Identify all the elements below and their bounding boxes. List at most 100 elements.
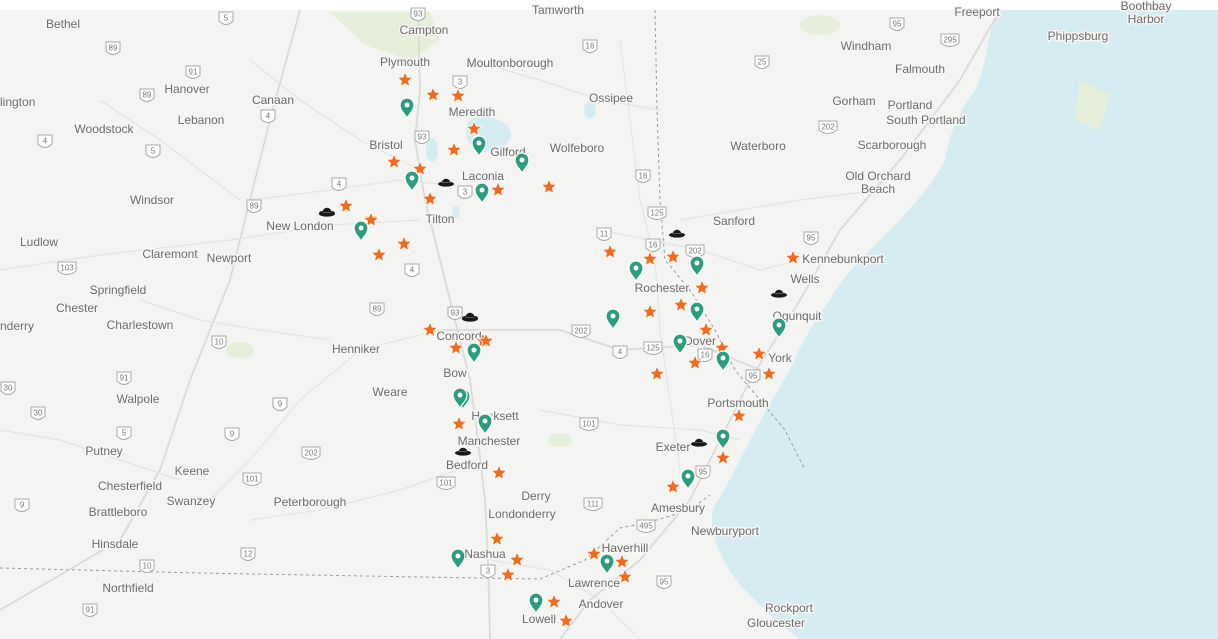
highway-shield-125: 125 <box>647 206 667 220</box>
place-label-waterboro: Waterboro <box>730 139 786 153</box>
place-label-hinsdale: Hinsdale <box>92 537 139 551</box>
highway-shield-9: 9 <box>14 498 30 512</box>
place-label-scarborough: Scarborough <box>858 138 927 152</box>
highway-shield-number: 89 <box>109 44 118 53</box>
highway-shield-number: 5 <box>224 14 229 23</box>
highway-shield-number: 3 <box>458 78 463 87</box>
highway-shield-3: 3 <box>452 75 468 89</box>
highway-shield-91: 91 <box>185 65 201 79</box>
place-label-newport: Newport <box>207 251 252 265</box>
highway-shield-95: 95 <box>803 231 819 245</box>
map-canvas[interactable]: 5 89 93 16 295 95 3 25 91 4 89 93 202 4 5 16 4 3 89 125 11 16… <box>0 0 1218 639</box>
highway-shield-number: 95 <box>807 234 816 243</box>
highway-shield-number: 25 <box>758 58 767 67</box>
place-label-woodstock: Woodstock <box>74 122 134 136</box>
highway-shield-number: 89 <box>373 305 382 314</box>
highway-shield-number: 101 <box>245 475 259 484</box>
highway-shield-101: 101 <box>579 417 599 431</box>
highway-shield-number: 4 <box>266 112 271 121</box>
highway-shield-number: 4 <box>337 180 342 189</box>
highway-shield-number: 4 <box>43 137 48 146</box>
place-label-amesbury: Amesbury <box>651 501 705 515</box>
place-label-windham: Windham <box>841 39 892 53</box>
highway-shield-101: 101 <box>242 472 262 486</box>
highway-shield-number: 103 <box>60 264 74 273</box>
highway-shield-number: 89 <box>250 202 259 211</box>
highway-shield-number: 125 <box>646 344 660 353</box>
place-label-concord: Concord <box>436 329 481 343</box>
highway-shield-number: 93 <box>451 309 460 318</box>
highway-shield-number: 495 <box>639 522 653 531</box>
highway-shield-89: 89 <box>369 302 385 316</box>
place-label-plymouth: Plymouth <box>380 55 430 69</box>
place-label-bedford: Bedford <box>446 458 488 472</box>
highway-shield-202: 202 <box>818 120 838 134</box>
place-label-campton: Campton <box>400 23 449 37</box>
highway-shield-95: 95 <box>745 369 761 383</box>
place-label-new-london: New London <box>266 219 333 233</box>
highway-shield-95: 95 <box>695 465 711 479</box>
highway-shield-number: 5 <box>122 429 127 438</box>
place-label-phippsburg: Phippsburg <box>1048 29 1109 43</box>
place-label-lawrence: Lawrence <box>568 576 620 590</box>
highway-shield-5: 5 <box>145 144 161 158</box>
highway-shield-number: 10 <box>215 338 224 347</box>
top-margin <box>0 0 1218 10</box>
highway-shield-91: 91 <box>116 371 132 385</box>
place-label-freeport: Freeport <box>954 5 1000 19</box>
place-label-manchester: Manchester <box>458 434 521 448</box>
place-label-portland: Portland <box>888 98 933 112</box>
highway-shield-number: 95 <box>660 578 669 587</box>
highway-shield-number: 101 <box>439 479 453 488</box>
highway-shield-12: 12 <box>240 547 256 561</box>
place-label-windsor: Windsor <box>130 193 174 207</box>
highway-shield-30: 30 <box>0 381 16 395</box>
place-label-nderry: nderry <box>0 319 34 333</box>
place-label-york: York <box>768 351 793 365</box>
highway-shield-25: 25 <box>754 55 770 69</box>
place-label-gorham: Gorham <box>832 94 875 108</box>
highway-shield-89: 89 <box>139 88 155 102</box>
place-label-moultonborough: Moultonborough <box>467 56 554 70</box>
highway-shield-4: 4 <box>37 134 53 148</box>
highway-shield-number: 3 <box>486 567 491 576</box>
highway-shield-number: 30 <box>4 384 13 393</box>
highway-shield-202: 202 <box>301 446 321 460</box>
place-label-canaan: Canaan <box>252 93 294 107</box>
highway-shield-number: 202 <box>821 123 835 132</box>
highway-shield-3: 3 <box>480 564 496 578</box>
place-label-walpole: Walpole <box>117 392 160 406</box>
place-label-bethel: Bethel <box>46 17 80 31</box>
highway-shield-16: 16 <box>697 348 713 362</box>
highway-shield-202: 202 <box>685 244 705 258</box>
place-label-northfield: Northfield <box>102 581 153 595</box>
highway-shield-95: 95 <box>656 575 672 589</box>
place-label-south-portland: South Portland <box>886 113 965 127</box>
highway-shield-number: 16 <box>639 172 648 181</box>
place-label-laconia: Laconia <box>462 169 504 183</box>
place-label-hanover: Hanover <box>164 82 209 96</box>
highway-shield-93: 93 <box>447 306 463 320</box>
highway-shield-number: 16 <box>649 241 658 250</box>
highway-shield-10: 10 <box>211 335 227 349</box>
highway-shield-number: 202 <box>688 247 702 256</box>
highway-shield-number: 10 <box>143 562 152 571</box>
place-label-chester: Chester <box>56 301 98 315</box>
highway-shield-number: 95 <box>893 20 902 29</box>
park-area-4 <box>226 342 254 358</box>
highway-shield-89: 89 <box>105 41 121 55</box>
place-label-springfield: Springfield <box>90 283 147 297</box>
highway-shield-number: 95 <box>699 468 708 477</box>
place-label-sanford: Sanford <box>713 214 755 228</box>
highway-shield-3: 3 <box>457 185 473 199</box>
place-label-falmouth: Falmouth <box>895 62 945 76</box>
highway-shield-number: 9 <box>20 501 25 510</box>
place-label-brattleboro: Brattleboro <box>89 505 148 519</box>
highway-shield-number: 101 <box>582 420 596 429</box>
place-label-nashua: Nashua <box>464 547 506 561</box>
highway-shield-number: 5 <box>151 147 156 156</box>
highway-shield-4: 4 <box>404 263 420 277</box>
highway-shield-9: 9 <box>224 427 240 441</box>
highway-shield-4: 4 <box>612 345 628 359</box>
highway-shield-16: 16 <box>635 169 651 183</box>
